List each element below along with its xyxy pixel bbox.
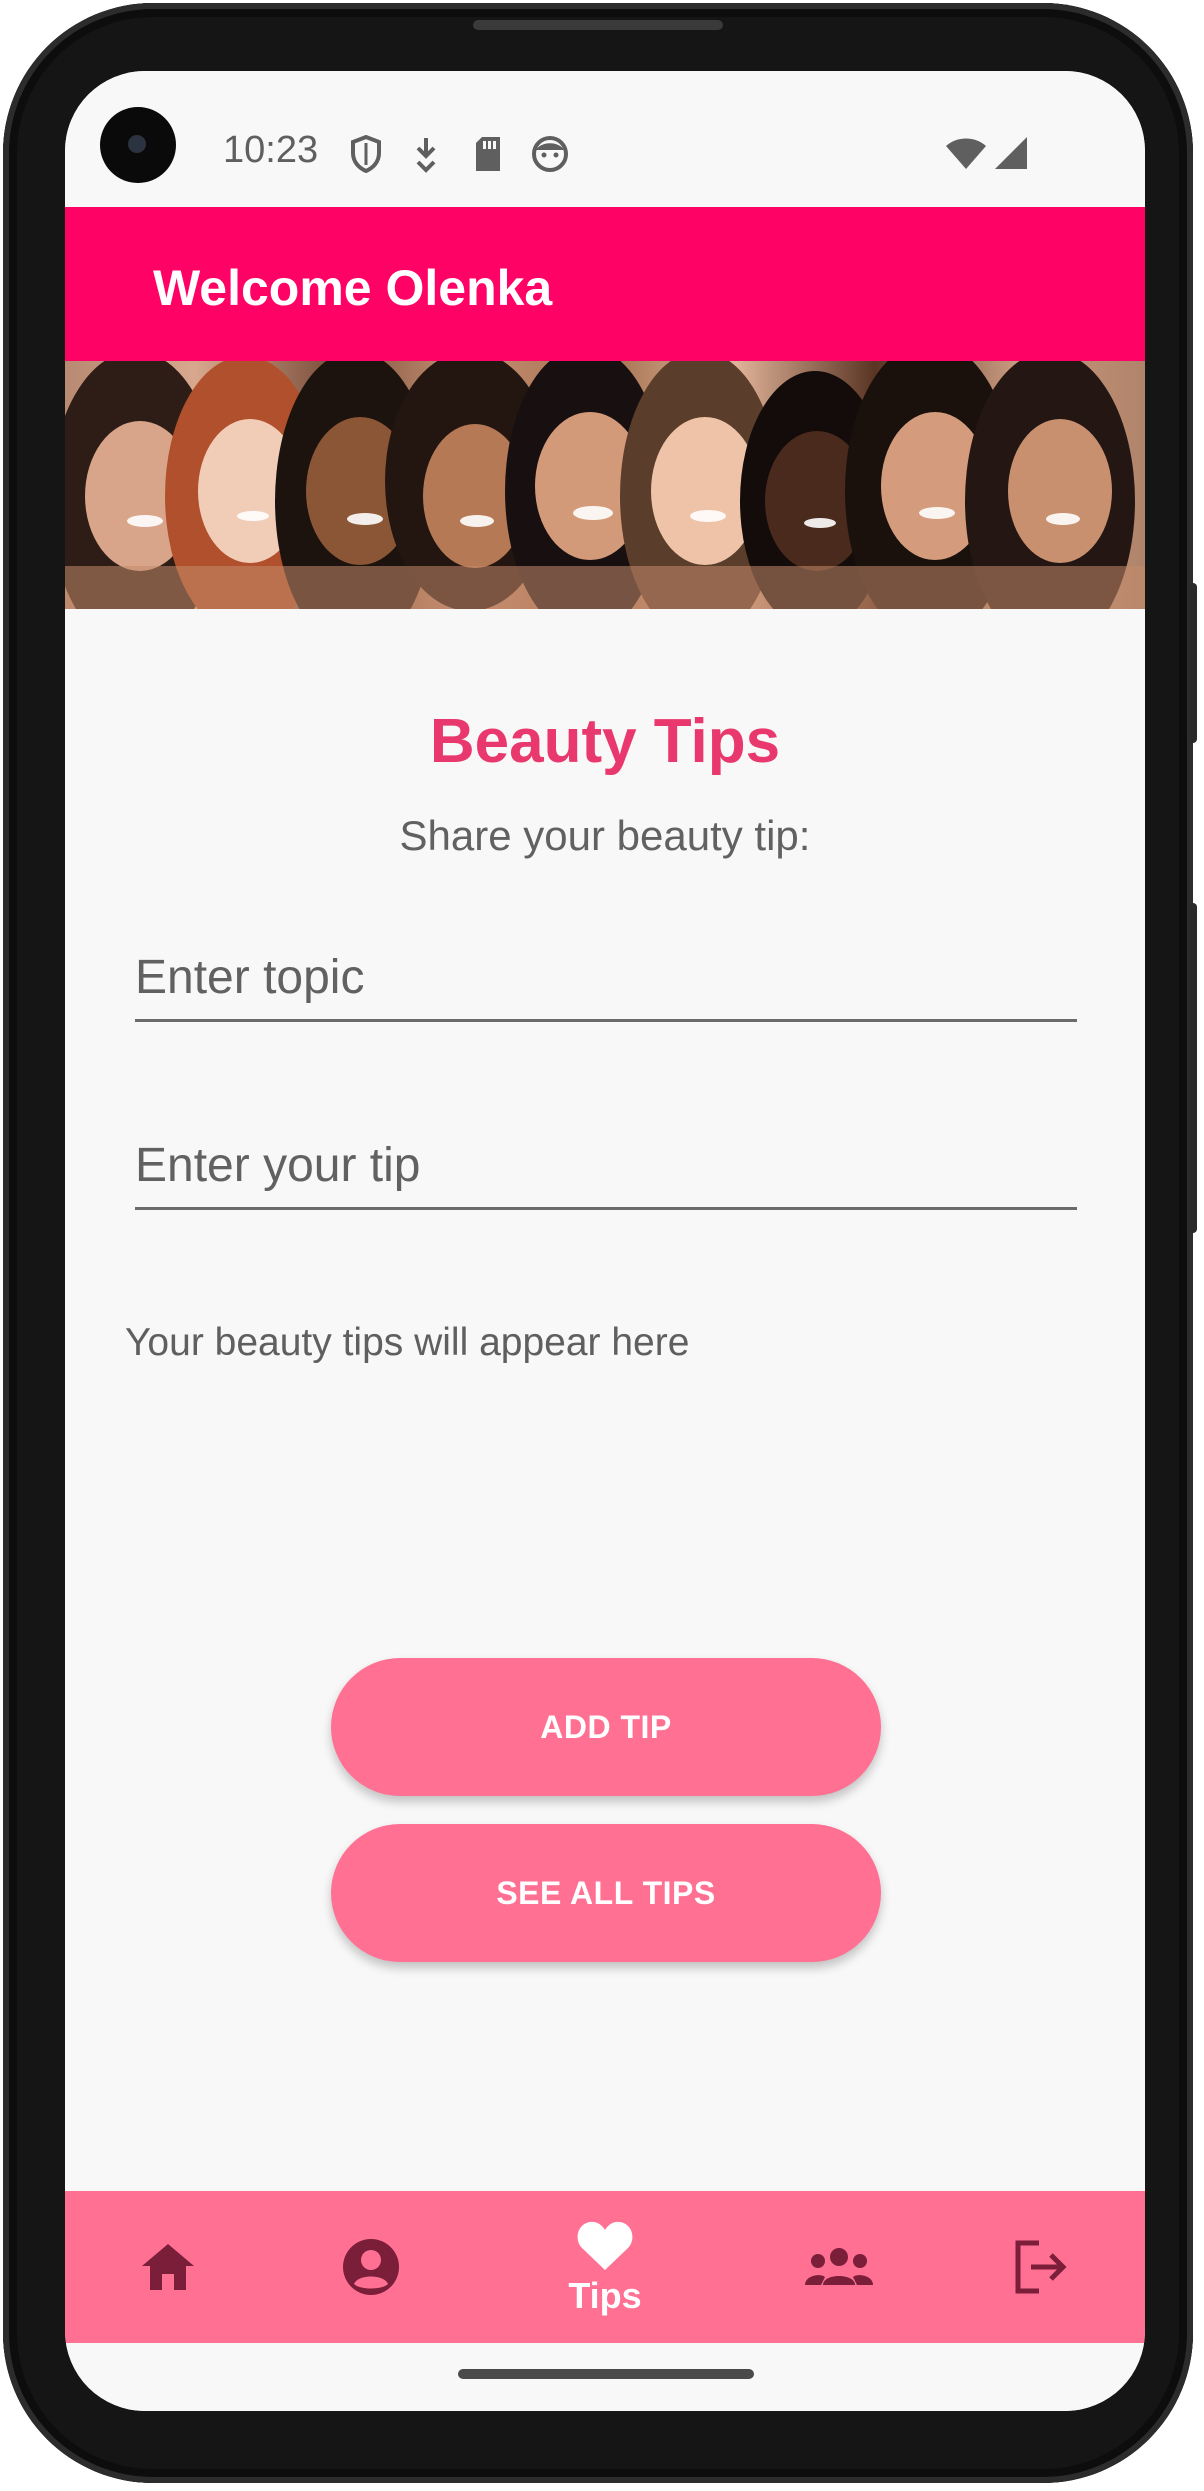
gesture-area — [65, 2343, 1145, 2411]
page-title: Beauty Tips — [429, 707, 781, 776]
topic-input[interactable] — [135, 950, 1077, 1005]
tip-field[interactable] — [135, 1107, 1077, 1210]
earpiece-speaker — [473, 20, 723, 30]
volume-button — [1189, 903, 1197, 1233]
screen: 10:23 Welcome Olenka Beauty Tips Share y… — [65, 71, 1145, 2411]
group-icon — [805, 2248, 873, 2285]
nav-item-logout[interactable] — [971, 2191, 1111, 2343]
front-camera — [100, 107, 176, 183]
logout-icon — [1015, 2240, 1067, 2294]
bottom-navigation: Tips — [65, 2191, 1145, 2343]
nav-item-community[interactable] — [769, 2191, 909, 2343]
nav-item-profile[interactable] — [301, 2191, 441, 2343]
power-button — [1189, 583, 1197, 743]
sd-card-icon — [476, 137, 500, 171]
nav-label-tips: Tips — [568, 2275, 642, 2316]
see-all-tips-button[interactable]: SEE ALL TIPS — [331, 1824, 881, 1962]
banner-image — [65, 361, 1145, 609]
signal-icon — [995, 137, 1027, 169]
tips-empty-message: Your beauty tips will appear here — [125, 1321, 690, 1364]
account-icon — [343, 2239, 399, 2295]
add-tip-button[interactable]: ADD TIP — [331, 1658, 881, 1796]
home-icon — [142, 2244, 194, 2290]
status-bar: 10:23 — [65, 71, 1145, 207]
page-subtitle: Share your beauty tip: — [399, 812, 811, 859]
shield-icon — [351, 135, 381, 173]
app-bar: Welcome Olenka — [65, 207, 1145, 361]
phone-frame: 10:23 Welcome Olenka Beauty Tips Share y… — [3, 3, 1197, 2483]
topic-field[interactable] — [135, 919, 1077, 1022]
banner-faces — [65, 361, 1145, 609]
face-icon — [532, 136, 568, 172]
heart-icon — [577, 2221, 633, 2270]
app-title: Welcome Olenka — [153, 260, 553, 316]
tip-input[interactable] — [135, 1138, 1077, 1193]
nav-item-tips[interactable]: Tips — [535, 2191, 675, 2343]
status-time: 10:23 — [223, 129, 319, 171]
nav-item-home[interactable] — [98, 2191, 238, 2343]
wifi-icon — [946, 138, 986, 169]
home-gesture-bar[interactable] — [458, 2369, 754, 2379]
download-icon — [416, 138, 436, 173]
